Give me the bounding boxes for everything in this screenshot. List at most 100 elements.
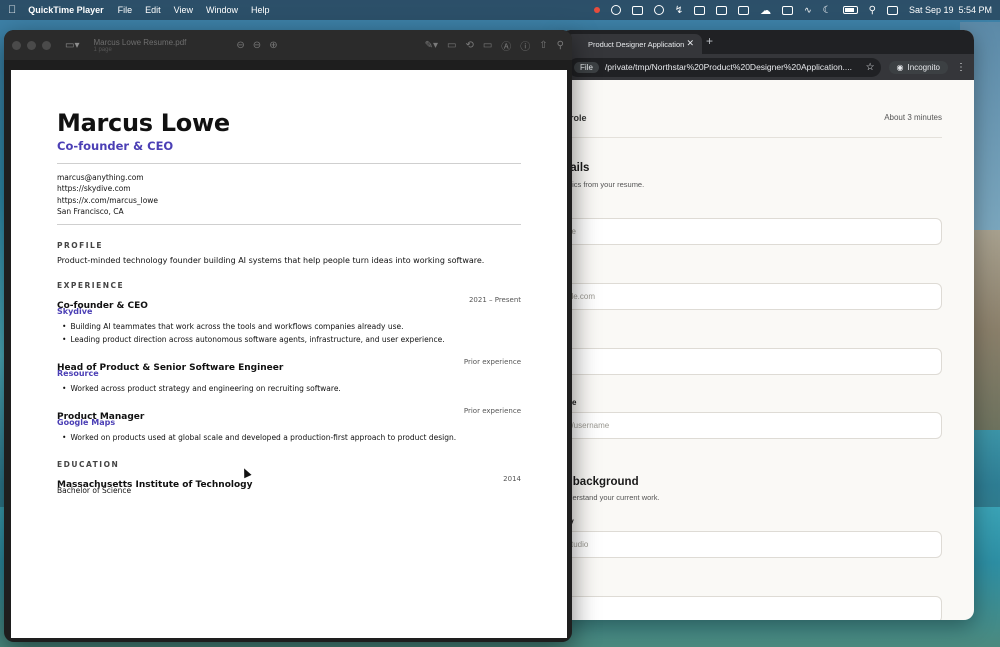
contact-block: marcus@anything.com https://skydive.com … <box>57 172 521 217</box>
contact-website: https://skydive.com <box>57 184 131 194</box>
contact-email: marcus@anything.com <box>57 173 144 182</box>
menu-window[interactable]: Window <box>206 5 238 15</box>
education-heading: EDUCATION <box>57 460 120 469</box>
status-area: ↯ ☁ ∿ ☾ ⚲ Sat Sep 19 5:54 PM <box>593 4 992 17</box>
location-label: on <box>560 334 942 343</box>
section-title-details: etails <box>560 162 590 174</box>
school-year: 2014 <box>503 475 521 483</box>
window-controls <box>12 40 51 50</box>
resume-name: Marcus Lowe <box>57 109 230 137</box>
close-window-button[interactable] <box>12 40 21 50</box>
square-icon[interactable] <box>738 5 750 15</box>
resume-page: Marcus Lowe Co-founder & CEO marcus@anyt… <box>11 70 567 638</box>
header-rule <box>57 163 521 164</box>
next-field[interactable] <box>560 596 942 620</box>
zoom-fit-icon[interactable]: ⊖ <box>236 40 244 51</box>
scheme-chip[interactable]: File <box>574 61 599 73</box>
experience-heading: EXPERIENCE <box>57 281 125 290</box>
form-time-estimate: About 3 minutes <box>884 113 942 122</box>
cloud-icon[interactable] <box>610 5 621 15</box>
profile-heading: PROFILE <box>57 241 103 250</box>
zoom-controls: ⊖ ⊖ ⊕ <box>236 40 277 51</box>
record-icon[interactable] <box>593 7 600 13</box>
search-icon[interactable]: ⚲ <box>869 5 876 16</box>
pdf-window: ▭▾ Marcus Lowe Resume.pdf 1 page ⊖ ⊖ ⊕ ✎… <box>4 30 572 642</box>
display-icon[interactable] <box>782 5 794 15</box>
contact-rule <box>57 224 521 225</box>
search-icon[interactable]: ⚲ <box>557 40 564 51</box>
email-label: s <box>560 269 942 278</box>
job-2-company: Resource <box>57 369 99 378</box>
pdf-title-block: Marcus Lowe Resume.pdf 1 page <box>93 38 186 53</box>
profile-label: ofile <box>560 398 942 407</box>
browser-menu-icon[interactable]: ⋮ <box>956 62 966 73</box>
contact-x: https://x.com/marcus_lowe <box>57 195 159 205</box>
apple-menu-icon[interactable]:  <box>8 4 16 16</box>
browser-tab[interactable]: Product Designer Application ✕ <box>566 34 702 54</box>
info-icon[interactable]: ⓘ <box>520 38 530 53</box>
moon-icon[interactable]: ☾ <box>823 5 832 16</box>
markup-icon[interactable]: Ⓐ <box>501 38 511 53</box>
minimize-window-button[interactable] <box>27 40 36 50</box>
pdf-actions: ✎▾ ▭ ⟲ ▭ Ⓐ ⓘ ⇧ ⚲ <box>425 38 564 53</box>
markup-pen-icon[interactable]: ✎▾ <box>425 40 438 51</box>
section-title-background: al background <box>560 476 639 488</box>
s-icon[interactable] <box>653 5 664 15</box>
tab-title: Product Designer Application <box>588 39 685 49</box>
new-tab-icon[interactable]: + <box>706 34 713 48</box>
bolt-icon[interactable]: ↯ <box>675 5 683 16</box>
menu-clock[interactable]: Sat Sep 19 5:54 PM <box>909 5 992 15</box>
job-1-bullet-2: Leading product direction across autonom… <box>57 335 521 344</box>
incognito-icon: ◉ <box>896 62 904 72</box>
menu-bar:  QuickTime Player File Edit View Window… <box>0 0 1000 20</box>
app-name-menu[interactable]: QuickTime Player <box>28 5 103 15</box>
job-1-company: Skydive <box>57 307 93 316</box>
pdf-title: Marcus Lowe Resume.pdf <box>93 37 187 47</box>
form-fill-icon[interactable]: ▭ <box>483 40 492 51</box>
browser-window: Product Designer Application ✕ + File /p… <box>560 30 974 620</box>
wifi-icon[interactable]: ∿ <box>804 5 812 16</box>
box-icon[interactable] <box>694 5 706 15</box>
degree: Bachelor of Science <box>57 486 132 495</box>
menu-edit[interactable]: Edit <box>145 5 161 15</box>
profile-field[interactable]: n/username <box>560 412 942 439</box>
pdf-toolbar: ▭▾ Marcus Lowe Resume.pdf 1 page ⊖ ⊖ ⊕ ✎… <box>4 30 572 60</box>
menu-help[interactable]: Help <box>251 5 270 15</box>
bookmark-star-icon[interactable]: ☆ <box>866 62 875 73</box>
bars-icon[interactable] <box>631 5 643 15</box>
incognito-label: Incognito <box>907 62 940 72</box>
email-field[interactable]: ple.com <box>560 283 942 310</box>
dot-icon[interactable] <box>716 5 728 15</box>
company-field[interactable]: studio <box>560 531 942 558</box>
job-2-bullet-1: Worked across product strategy and engin… <box>57 384 521 393</box>
browser-tab-bar: Product Designer Application ✕ + <box>560 30 974 54</box>
share-icon[interactable]: ⇧ <box>539 40 547 51</box>
menu-file[interactable]: File <box>118 5 133 15</box>
job-3-date: Prior experience <box>463 407 521 415</box>
zoom-in-icon[interactable]: ⊕ <box>269 40 277 51</box>
cloud-flare-icon[interactable]: ☁ <box>760 4 771 17</box>
url-text[interactable]: /private/tmp/Northstar%20Product%20Desig… <box>605 62 860 72</box>
sidebar-toggle-icon[interactable]: ▭▾ <box>65 40 79 51</box>
incognito-badge[interactable]: ◉ Incognito <box>888 60 948 74</box>
zoom-window-button[interactable] <box>42 40 51 50</box>
form-page: is role About 3 minutes etails basics fr… <box>560 80 974 620</box>
zoom-out-icon[interactable]: ⊖ <box>253 40 261 51</box>
battery-icon[interactable] <box>842 6 858 14</box>
location-field[interactable] <box>560 348 942 375</box>
control-center-icon[interactable] <box>886 5 898 15</box>
profile-text: Product-minded technology founder buildi… <box>57 256 485 265</box>
form-divider <box>560 137 942 138</box>
section-sub-background: understand your current work. <box>560 493 660 502</box>
pdf-page-count: 1 page <box>93 46 112 53</box>
rotate-icon[interactable]: ⟲ <box>465 40 473 51</box>
resume-role: Co-founder & CEO <box>57 139 174 153</box>
job-1-date: 2021 – Present <box>468 296 521 304</box>
annotate-box-icon[interactable]: ▭ <box>447 40 456 51</box>
tab-close-icon[interactable]: ✕ <box>686 38 694 49</box>
browser-toolbar: File /private/tmp/Northstar%20Product%20… <box>560 54 974 80</box>
name-field[interactable]: ne <box>560 218 942 245</box>
menu-view[interactable]: View <box>174 5 193 15</box>
job-3-bullet-1: Worked on products used at global scale … <box>57 433 521 442</box>
address-bar[interactable]: File /private/tmp/Northstar%20Product%20… <box>568 57 881 77</box>
